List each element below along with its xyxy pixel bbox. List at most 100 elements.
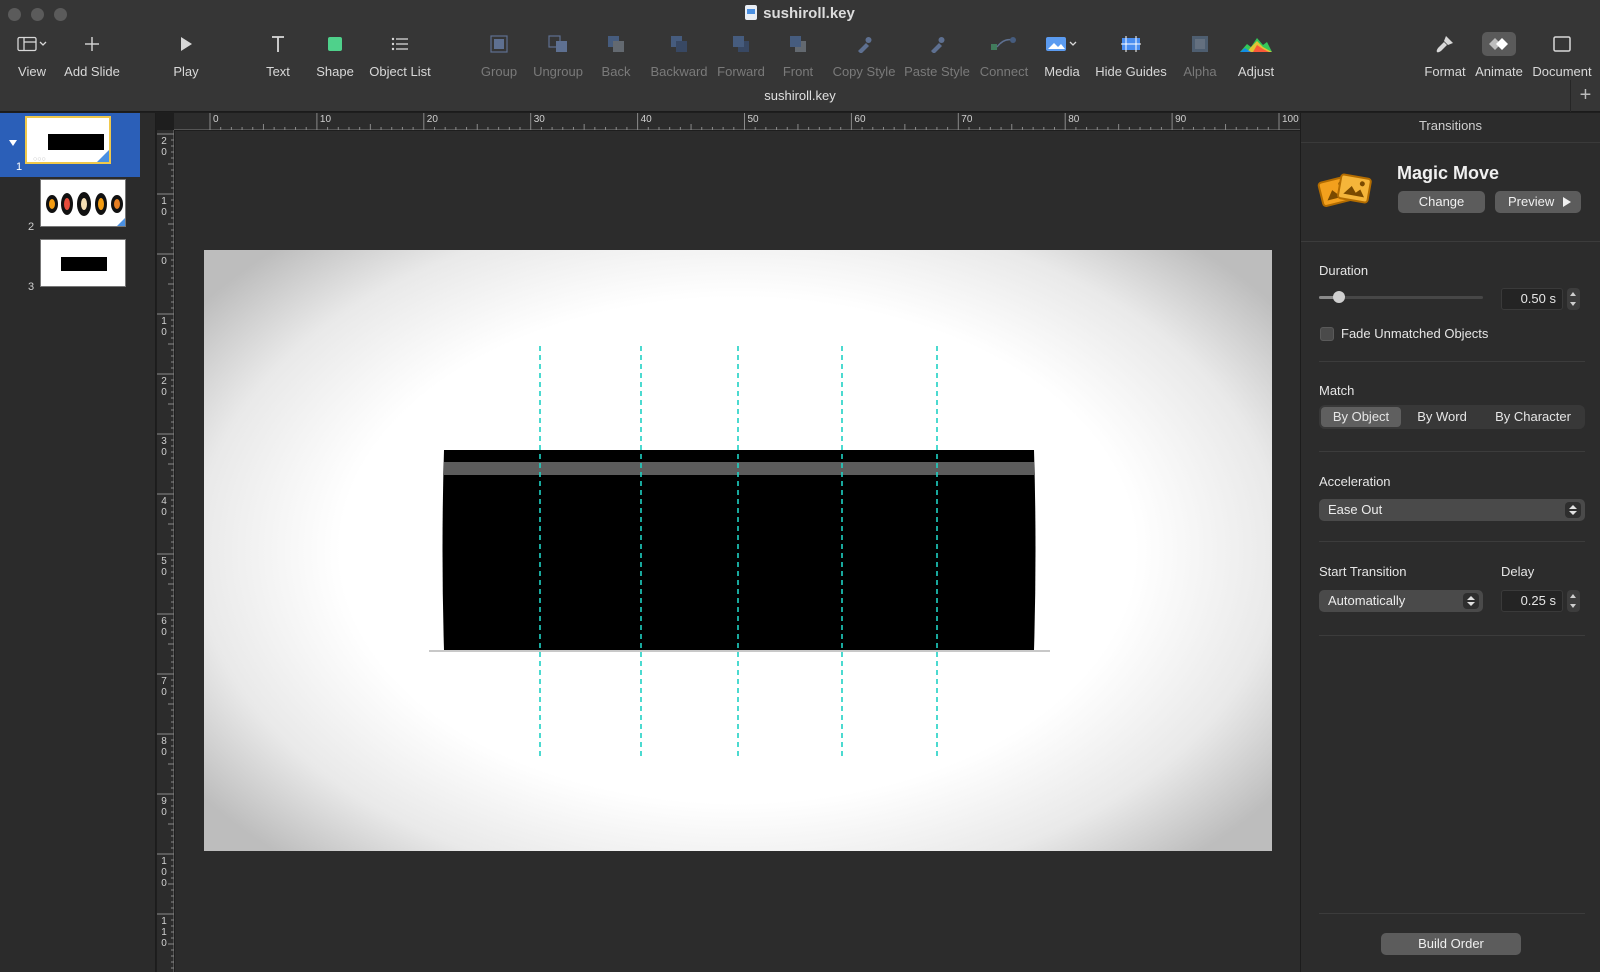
ruler-label: 90 (1175, 114, 1187, 125)
ruler-label: 40 (640, 114, 652, 125)
new-tab-button[interactable]: + (1570, 80, 1600, 112)
popup-arrows-icon (1463, 593, 1479, 609)
ruler-label: 30 (161, 436, 167, 458)
section-divider (1319, 451, 1585, 452)
front-icon (780, 32, 816, 56)
fade-unmatched-checkbox[interactable] (1320, 327, 1334, 341)
media-icon (1042, 32, 1082, 56)
section-divider (1319, 541, 1585, 542)
section-divider (1319, 635, 1585, 636)
preview-button[interactable]: Preview (1495, 191, 1581, 213)
view-button[interactable]: View (12, 32, 52, 79)
ruler-label: 20 (426, 114, 438, 125)
hide-guides-label: Hide Guides (1095, 64, 1167, 79)
build-order-button[interactable]: Build Order (1381, 933, 1521, 955)
ruler-label: 40 (161, 496, 167, 518)
connect-button[interactable]: Connect (978, 32, 1030, 79)
ruler-label: 10 (319, 114, 332, 125)
acceleration-popup[interactable]: Ease Out (1319, 499, 1585, 521)
paste-style-button[interactable]: Paste Style (903, 32, 971, 79)
ruler-label: 50 (161, 556, 167, 578)
match-by-word[interactable]: By Word (1403, 407, 1481, 427)
ruler-label: 110 (161, 916, 167, 949)
match-by-object[interactable]: By Object (1321, 407, 1401, 427)
slide-preview (40, 179, 126, 227)
animate-diamond-icon (1472, 32, 1526, 56)
document-button[interactable]: Document (1530, 32, 1594, 79)
slide[interactable] (204, 250, 1272, 851)
change-transition-button[interactable]: Change (1398, 191, 1485, 213)
guides-icon (1094, 32, 1168, 56)
alpha-label: Alpha (1183, 64, 1217, 79)
add-slide-button[interactable]: Add Slide (62, 32, 122, 79)
forward-button[interactable]: Forward (715, 32, 767, 79)
ruler-label: 100 (1282, 114, 1299, 125)
match-by-character[interactable]: By Character (1483, 407, 1583, 427)
media-label: Media (1044, 64, 1080, 79)
play-icon (1563, 197, 1571, 207)
media-button[interactable]: Media (1042, 32, 1082, 79)
duration-stepper[interactable] (1567, 288, 1580, 310)
ruler-label: 10 (161, 196, 167, 218)
adjust-button[interactable]: Adjust (1235, 32, 1277, 79)
disclosure-triangle-icon[interactable] (8, 139, 18, 147)
slide-thumbnail-3[interactable]: 3 (0, 237, 140, 301)
alpha-button[interactable]: Alpha (1181, 32, 1219, 79)
transition-name: Magic Move (1397, 163, 1500, 183)
duration-field[interactable]: 0.50 s (1501, 288, 1563, 310)
group-button[interactable]: Group (479, 32, 519, 79)
inspector-panel: Transitions Magic Move Change Preview Du… (1300, 113, 1600, 972)
sushi-roll-shape (442, 450, 1036, 650)
play-label: Play (173, 64, 199, 79)
ungroup-button[interactable]: Ungroup (532, 32, 584, 79)
back-icon (598, 32, 634, 56)
text-button[interactable]: Text (262, 32, 294, 79)
object-list-label: Object List (369, 64, 431, 79)
slide-thumbnail-1[interactable]: 1 ○○○ (0, 113, 140, 177)
acceleration-value: Ease Out (1328, 502, 1383, 517)
forward-icon (715, 32, 767, 56)
magic-move-icon (1317, 173, 1372, 207)
ruler-label: 70 (961, 114, 973, 125)
ruler-label: 90 (161, 796, 167, 818)
object-list-button[interactable]: Object List (368, 32, 432, 79)
format-button[interactable]: Format (1422, 32, 1468, 79)
back-button[interactable]: Back (598, 32, 634, 79)
ruler-label: 80 (1068, 114, 1080, 125)
slide-thumbnail-2[interactable]: 2 (0, 177, 140, 241)
backward-button[interactable]: Backward (648, 32, 710, 79)
slider-knob[interactable] (1332, 291, 1345, 303)
ruler-label: 60 (161, 616, 167, 638)
fade-unmatched-label: Fade Unmatched Objects (1341, 326, 1489, 341)
document-tab[interactable]: sushiroll.key (0, 88, 1600, 103)
play-button[interactable]: Play (170, 32, 202, 79)
window-title: sushiroll.key (0, 5, 1600, 22)
match-segmented-control: By Object By Word By Character (1319, 405, 1585, 429)
delay-field[interactable]: 0.25 s (1501, 590, 1563, 612)
delay-stepper[interactable] (1567, 590, 1580, 612)
start-transition-popup[interactable]: Automatically (1319, 590, 1483, 612)
copy-style-label: Copy Style (832, 64, 896, 79)
ungroup-icon (532, 32, 584, 56)
animate-button[interactable]: Animate (1472, 32, 1526, 79)
ungroup-label: Ungroup (533, 64, 583, 79)
paste-style-label: Paste Style (904, 64, 970, 79)
ruler-label: 60 (854, 114, 866, 125)
document-label: Document (1532, 64, 1592, 79)
acceleration-title: Acceleration (1319, 474, 1391, 489)
duration-slider[interactable] (1319, 291, 1483, 303)
format-label: Format (1424, 64, 1466, 79)
match-title: Match (1319, 383, 1355, 398)
start-transition-title: Start Transition (1319, 564, 1407, 579)
view-label: View (18, 64, 46, 79)
adjust-label: Adjust (1237, 64, 1275, 79)
section-divider (1301, 241, 1600, 242)
copy-style-button[interactable]: Copy Style (831, 32, 897, 79)
inspector-tab-transitions[interactable]: Transitions (1301, 113, 1600, 143)
paste-style-icon (903, 32, 971, 56)
shape-button[interactable]: Shape (315, 32, 355, 79)
shape-icon (315, 32, 355, 56)
front-button[interactable]: Front (780, 32, 816, 79)
ruler-label: 0 (213, 114, 219, 125)
hide-guides-button[interactable]: Hide Guides (1094, 32, 1168, 79)
